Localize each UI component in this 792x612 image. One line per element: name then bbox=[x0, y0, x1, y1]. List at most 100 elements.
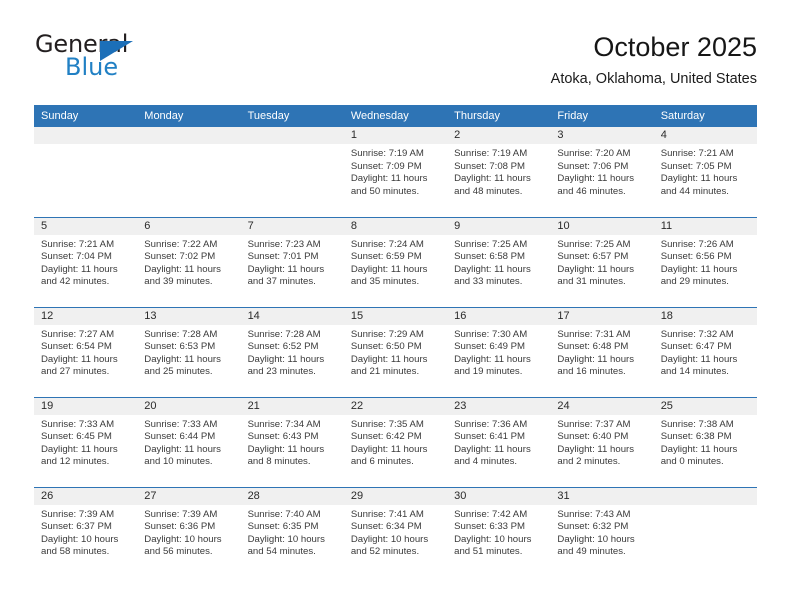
general-blue-logo[interactable]: General Blue bbox=[35, 32, 155, 88]
day-number: 15 bbox=[343, 307, 448, 325]
day-details: Sunrise: 7:32 AM Sunset: 6:47 PM Daylight:… bbox=[654, 325, 757, 379]
calendar-day-cell[interactable]: 8 Sunrise: 7:24 AM Sunset: 6:59 PM Daylight… bbox=[343, 216, 448, 307]
sunrise-time: Sunrise: 7:31 AM bbox=[557, 328, 631, 340]
calendar-day-cell[interactable]: 3 Sunrise: 7:20 AM Sunset: 7:06 PM Daylight… bbox=[550, 127, 654, 217]
calendar-day-cell[interactable]: 6 Sunrise: 7:22 AM Sunset: 7:02 PM Daylight… bbox=[137, 216, 241, 307]
calendar-day-cell[interactable]: 2 Sunrise: 7:19 AM Sunset: 7:08 PM Daylight… bbox=[447, 127, 551, 217]
daylight-duration-line1: Daylight: 10 hours bbox=[144, 533, 222, 545]
day-details: Sunrise: 7:41 AM Sunset: 6:34 PM Daylight:… bbox=[344, 505, 447, 559]
sunrise-sunset-calendar: Sunday Monday Tuesday Wednesday Thursday… bbox=[34, 105, 757, 577]
logo-word-blue: Blue bbox=[65, 53, 119, 81]
day-details: Sunrise: 7:40 AM Sunset: 6:35 PM Daylight:… bbox=[241, 505, 344, 559]
day-details: Sunrise: 7:38 AM Sunset: 6:38 PM Daylight:… bbox=[654, 415, 757, 469]
daylight-duration-line1: Daylight: 11 hours bbox=[454, 353, 531, 365]
daylight-duration-line2: and 10 minutes. bbox=[144, 456, 213, 468]
calendar-day-cell-empty bbox=[653, 486, 757, 577]
calendar-day-cell[interactable]: 5 Sunrise: 7:21 AM Sunset: 7:04 PM Daylight… bbox=[34, 216, 138, 307]
sunset-time: Sunset: 6:59 PM bbox=[350, 251, 422, 263]
calendar-day-cell-empty bbox=[34, 127, 138, 217]
daylight-duration-line1: Daylight: 11 hours bbox=[144, 353, 221, 365]
daylight-duration-line1: Daylight: 11 hours bbox=[454, 263, 531, 275]
calendar-day-cell[interactable]: 19 Sunrise: 7:33 AM Sunset: 6:45 PM Dayligh… bbox=[34, 396, 138, 487]
calendar-day-cell[interactable]: 24 Sunrise: 7:37 AM Sunset: 6:40 PM Dayligh… bbox=[550, 396, 654, 487]
day-number bbox=[653, 487, 757, 505]
day-number: 21 bbox=[240, 397, 344, 415]
sunset-time: Sunset: 6:47 PM bbox=[660, 341, 732, 353]
calendar-day-cell[interactable]: 11 Sunrise: 7:26 AM Sunset: 6:56 PM Dayligh… bbox=[653, 216, 757, 307]
calendar-day-cell[interactable]: 29 Sunrise: 7:41 AM Sunset: 6:34 PM Dayligh… bbox=[343, 486, 448, 577]
sunset-time: Sunset: 6:37 PM bbox=[41, 521, 112, 533]
calendar-day-cell[interactable]: 4 Sunrise: 7:21 AM Sunset: 7:05 PM Daylight… bbox=[653, 127, 757, 217]
calendar-day-cell[interactable]: 25 Sunrise: 7:38 AM Sunset: 6:38 PM Dayligh… bbox=[653, 396, 757, 487]
daylight-duration-line2: and 51 minutes. bbox=[454, 546, 523, 558]
sunset-time: Sunset: 6:58 PM bbox=[454, 251, 526, 263]
calendar-day-cell[interactable]: 1 Sunrise: 7:19 AM Sunset: 7:09 PM Daylight… bbox=[343, 127, 448, 217]
day-number: 24 bbox=[550, 397, 654, 415]
weekday-header-wednesday: Wednesday bbox=[343, 105, 448, 127]
sunset-time: Sunset: 7:02 PM bbox=[144, 251, 216, 263]
day-number: 27 bbox=[137, 487, 241, 505]
day-number bbox=[240, 127, 344, 144]
sunrise-time: Sunrise: 7:24 AM bbox=[350, 238, 424, 250]
day-number: 29 bbox=[343, 487, 448, 505]
weekday-header-sunday: Sunday bbox=[34, 105, 138, 127]
calendar-day-cell[interactable]: 31 Sunrise: 7:43 AM Sunset: 6:32 PM Dayligh… bbox=[550, 486, 654, 577]
sunset-time: Sunset: 6:44 PM bbox=[144, 431, 216, 443]
day-details: Sunrise: 7:37 AM Sunset: 6:40 PM Daylight:… bbox=[550, 415, 653, 469]
daylight-duration-line1: Daylight: 11 hours bbox=[41, 443, 118, 455]
calendar-day-cell[interactable]: 23 Sunrise: 7:36 AM Sunset: 6:41 PM Dayligh… bbox=[447, 396, 551, 487]
daylight-duration-line1: Daylight: 11 hours bbox=[660, 443, 738, 455]
calendar-day-cell[interactable]: 16 Sunrise: 7:30 AM Sunset: 6:49 PM Dayligh… bbox=[447, 306, 551, 397]
calendar-day-cell[interactable]: 26 Sunrise: 7:39 AM Sunset: 6:37 PM Dayligh… bbox=[34, 486, 138, 577]
sunset-time: Sunset: 6:56 PM bbox=[660, 251, 732, 263]
calendar-day-cell[interactable]: 9 Sunrise: 7:25 AM Sunset: 6:58 PM Daylight… bbox=[447, 216, 551, 307]
daylight-duration-line1: Daylight: 10 hours bbox=[557, 533, 635, 545]
calendar-day-cell[interactable]: 14 Sunrise: 7:28 AM Sunset: 6:52 PM Dayligh… bbox=[240, 306, 344, 397]
day-number: 1 bbox=[343, 127, 448, 144]
calendar-day-cell[interactable]: 18 Sunrise: 7:32 AM Sunset: 6:47 PM Dayligh… bbox=[653, 306, 757, 397]
daylight-duration-line2: and 27 minutes. bbox=[41, 366, 110, 378]
calendar-day-cell[interactable]: 21 Sunrise: 7:34 AM Sunset: 6:43 PM Dayligh… bbox=[240, 396, 344, 487]
daylight-duration-line2: and 52 minutes. bbox=[350, 546, 420, 558]
sunrise-time: Sunrise: 7:25 AM bbox=[454, 238, 528, 250]
calendar-day-cell[interactable]: 28 Sunrise: 7:40 AM Sunset: 6:35 PM Dayligh… bbox=[240, 486, 344, 577]
calendar-day-cell[interactable]: 7 Sunrise: 7:23 AM Sunset: 7:01 PM Daylight… bbox=[240, 216, 344, 307]
sunset-time: Sunset: 6:49 PM bbox=[454, 341, 526, 353]
sunrise-time: Sunrise: 7:22 AM bbox=[144, 238, 218, 250]
day-details: Sunrise: 7:28 AM Sunset: 6:52 PM Daylight:… bbox=[241, 325, 344, 379]
day-number: 6 bbox=[137, 217, 241, 235]
calendar-day-cell[interactable]: 10 Sunrise: 7:25 AM Sunset: 6:57 PM Dayligh… bbox=[550, 216, 654, 307]
calendar-day-cell[interactable]: 27 Sunrise: 7:39 AM Sunset: 6:36 PM Dayligh… bbox=[137, 486, 241, 577]
day-details: Sunrise: 7:33 AM Sunset: 6:45 PM Daylight:… bbox=[34, 415, 137, 469]
calendar-day-cell[interactable]: 15 Sunrise: 7:29 AM Sunset: 6:50 PM Dayligh… bbox=[343, 306, 448, 397]
daylight-duration-line1: Daylight: 11 hours bbox=[247, 263, 325, 275]
daylight-duration-line1: Daylight: 11 hours bbox=[144, 263, 221, 275]
calendar-body: 1 Sunrise: 7:19 AM Sunset: 7:09 PM Daylight… bbox=[34, 127, 757, 577]
daylight-duration-line1: Daylight: 11 hours bbox=[557, 173, 635, 185]
day-details: Sunrise: 7:34 AM Sunset: 6:43 PM Daylight:… bbox=[241, 415, 344, 469]
sunrise-time: Sunrise: 7:41 AM bbox=[350, 508, 424, 520]
sunrise-time: Sunrise: 7:29 AM bbox=[350, 328, 424, 340]
sunrise-time: Sunrise: 7:36 AM bbox=[454, 418, 528, 430]
calendar-day-cell[interactable]: 13 Sunrise: 7:28 AM Sunset: 6:53 PM Dayligh… bbox=[137, 306, 241, 397]
daylight-duration-line1: Daylight: 10 hours bbox=[350, 533, 429, 545]
daylight-duration-line2: and 35 minutes. bbox=[350, 276, 420, 288]
daylight-duration-line1: Daylight: 11 hours bbox=[41, 353, 118, 365]
calendar-day-cell[interactable]: 17 Sunrise: 7:31 AM Sunset: 6:48 PM Dayligh… bbox=[550, 306, 654, 397]
calendar-day-cell[interactable]: 20 Sunrise: 7:33 AM Sunset: 6:44 PM Dayligh… bbox=[137, 396, 241, 487]
sunset-time: Sunset: 7:09 PM bbox=[350, 160, 422, 172]
calendar-day-cell[interactable]: 22 Sunrise: 7:35 AM Sunset: 6:42 PM Dayligh… bbox=[343, 396, 448, 487]
calendar-day-cell[interactable]: 30 Sunrise: 7:42 AM Sunset: 6:33 PM Dayligh… bbox=[447, 486, 551, 577]
daylight-duration-line1: Daylight: 10 hours bbox=[247, 533, 325, 545]
title-block: October 2025 Atoka, Oklahoma, United Sta… bbox=[551, 32, 757, 88]
daylight-duration-line1: Daylight: 11 hours bbox=[660, 353, 738, 365]
day-number: 9 bbox=[447, 217, 551, 235]
sunrise-time: Sunrise: 7:32 AM bbox=[660, 328, 734, 340]
sunrise-time: Sunrise: 7:39 AM bbox=[144, 508, 218, 520]
day-number: 4 bbox=[653, 127, 757, 144]
day-details: Sunrise: 7:30 AM Sunset: 6:49 PM Daylight:… bbox=[447, 325, 550, 379]
calendar-day-cell[interactable]: 12 Sunrise: 7:27 AM Sunset: 6:54 PM Dayligh… bbox=[34, 306, 138, 397]
daylight-duration-line1: Daylight: 11 hours bbox=[660, 173, 738, 185]
calendar-week-row: 1 Sunrise: 7:19 AM Sunset: 7:09 PM Daylight… bbox=[34, 127, 757, 217]
day-number: 16 bbox=[447, 307, 551, 325]
